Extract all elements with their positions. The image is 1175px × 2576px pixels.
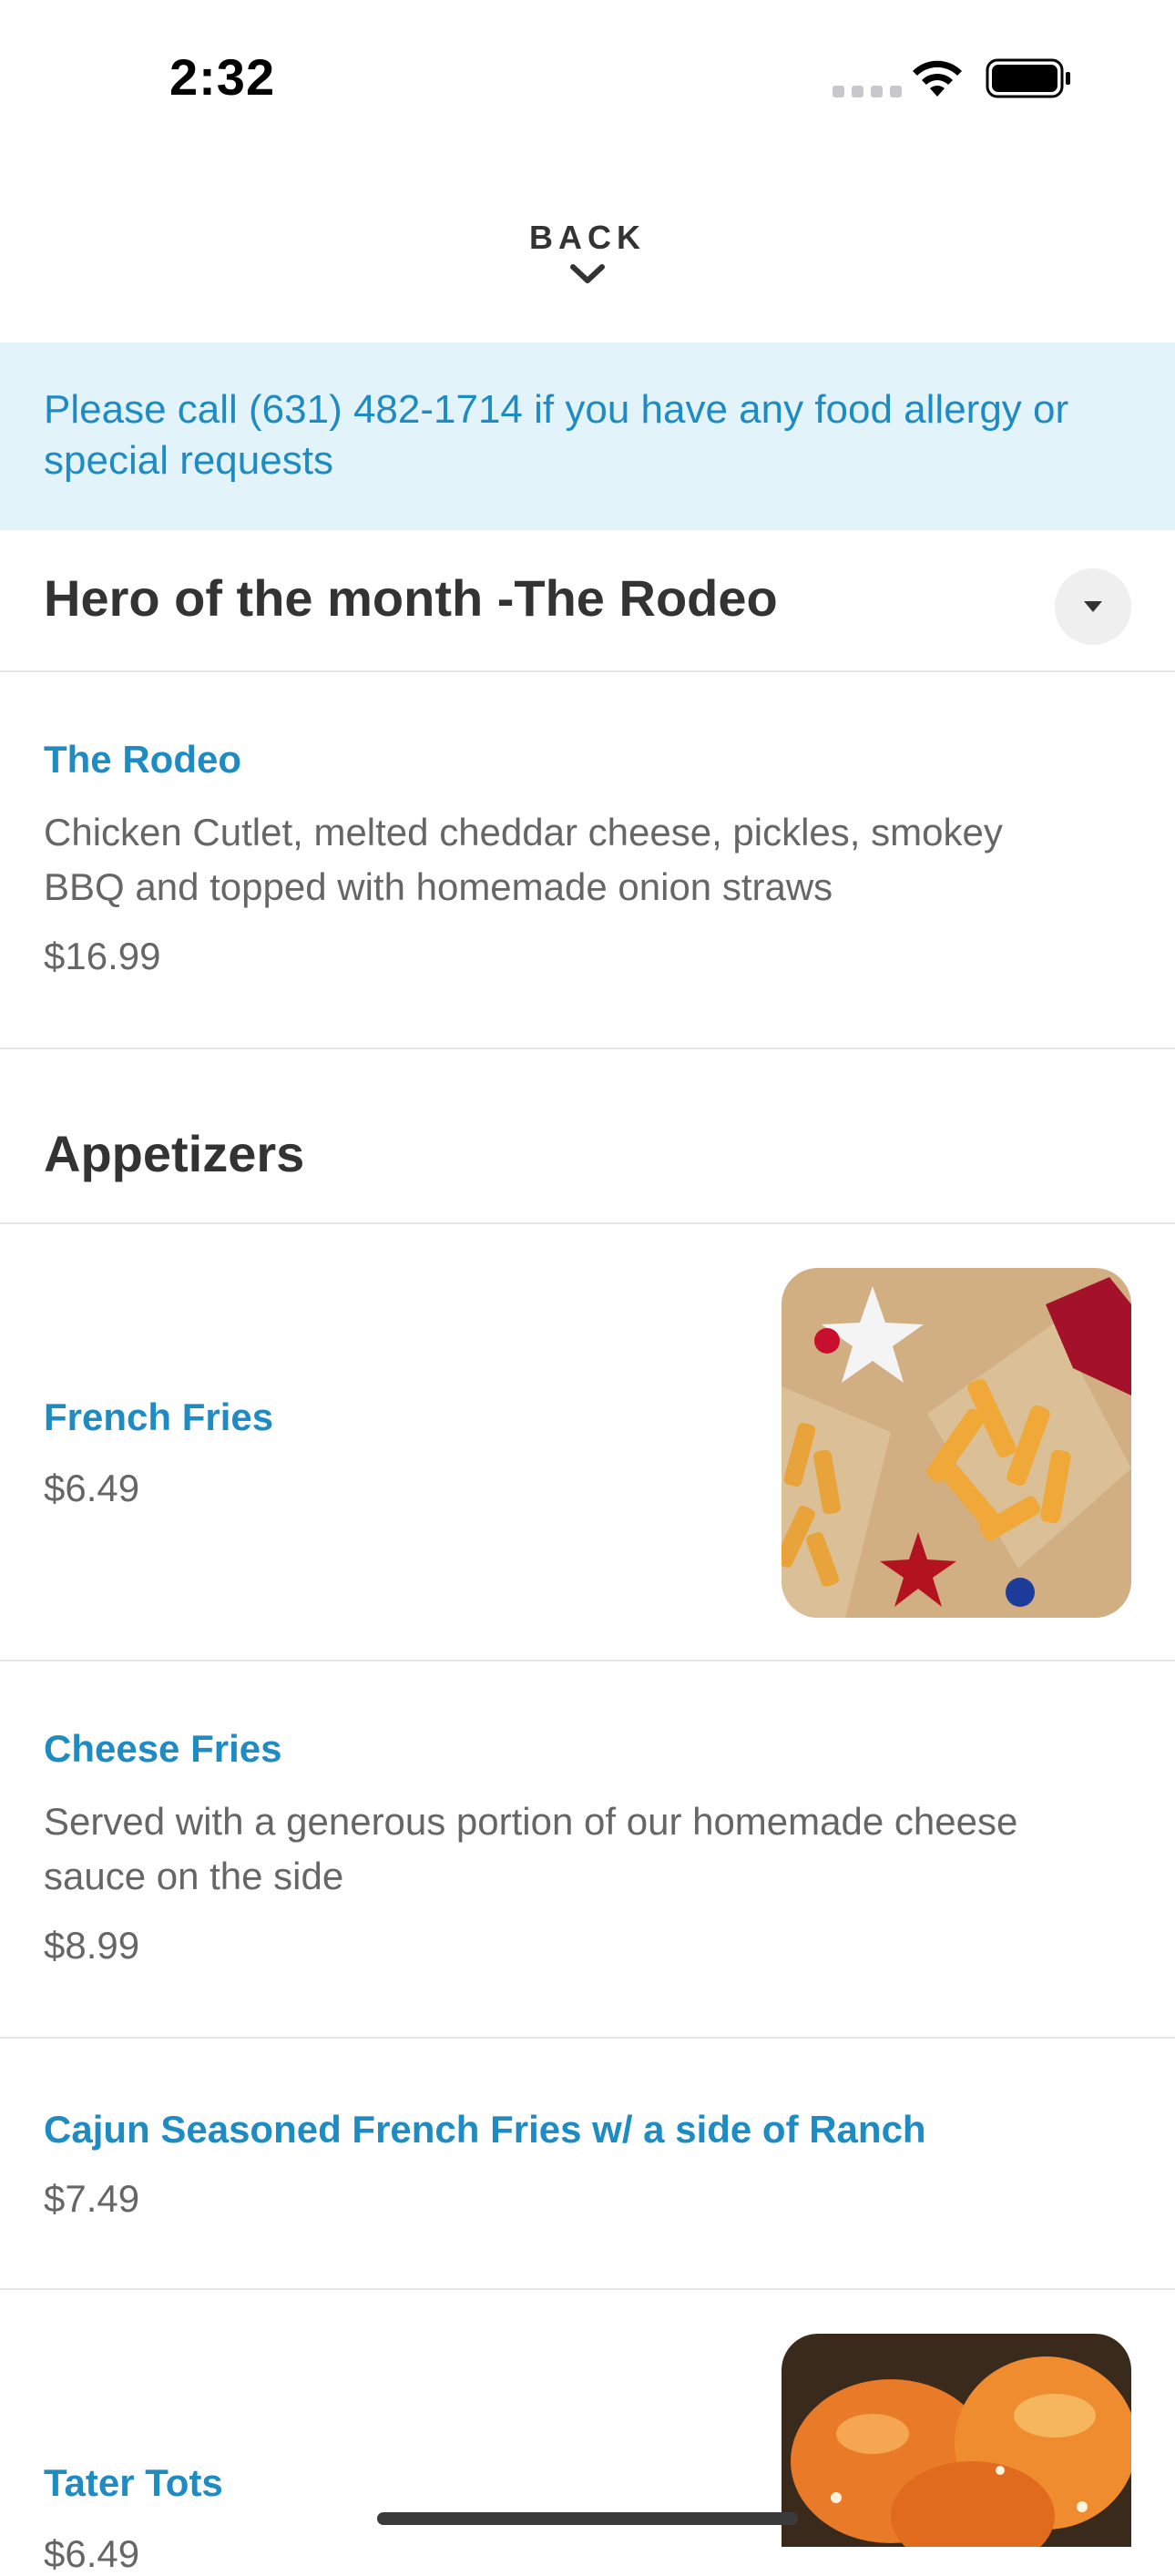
battery-icon [986,58,1070,98]
section-title: Appetizers [44,1125,305,1182]
item-price: $8.99 [44,1924,140,1967]
allergy-notice-banner: Please call (631) 482-1714 if you have a… [0,342,1175,530]
status-bar: 2:32 [0,0,1175,155]
menu-item-cheese-fries[interactable]: Cheese Fries Served with a generous port… [0,1660,1175,2039]
item-price: $7.49 [44,2177,140,2220]
section-title: Hero of the month -The Rodeo [44,569,778,627]
wifi-icon [913,60,962,97]
menu-item-cajun-fries[interactable]: Cajun Seasoned French Fries w/ a side of… [0,2037,1175,2290]
item-price: $6.49 [44,1467,140,1509]
cellular-signal-icon [833,86,902,97]
section-header-hero-of-the-month: Hero of the month -The Rodeo [0,530,1175,672]
item-name: Tater Tots [44,2461,223,2504]
menu-item-tater-tots[interactable]: Tater Tots $6.49 [0,2288,1175,2575]
item-name: Cheese Fries [44,1727,282,1770]
chevron-down-icon [570,264,605,283]
back-label: BACK [529,219,646,256]
item-name: French Fries [44,1395,274,1438]
section-header-appetizers: Appetizers [0,1048,1175,1224]
allergy-notice-text: Please call (631) 482-1714 if you have a… [44,387,1069,483]
item-description: Served with a generous portion of our ho… [44,1800,1018,1897]
caret-down-icon [1084,601,1102,612]
collapse-toggle-button[interactable] [1055,568,1131,645]
back-button[interactable]: BACK [496,219,679,310]
french-fries-photo [782,1268,1131,1618]
tater-tots-photo [782,2334,1131,2547]
item-price: $6.49 [44,2532,140,2575]
item-description: Chicken Cutlet, melted cheddar cheese, p… [44,811,1003,908]
item-price: $16.99 [44,935,161,977]
item-name: The Rodeo [44,738,241,781]
menu-item-french-fries[interactable]: French Fries $6.49 [0,1222,1175,1661]
menu-item-the-rodeo[interactable]: The Rodeo Chicken Cutlet, melted cheddar… [0,670,1175,1049]
status-time: 2:32 [169,48,276,106]
item-name: Cajun Seasoned French Fries w/ a side of… [44,2108,926,2151]
home-indicator[interactable] [377,2512,798,2525]
